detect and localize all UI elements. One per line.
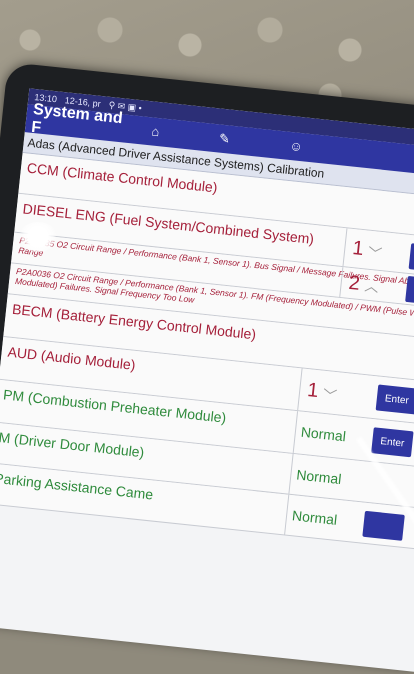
chevron-down-icon[interactable]: ﹀ — [322, 385, 338, 406]
tablet-device: 13:10 12-16, pr ⚲ ✉ ▣ • System and F ⌂ ✎… — [0, 62, 414, 674]
light-glare — [18, 222, 58, 252]
user-icon[interactable]: ☺ — [289, 138, 304, 155]
enter-button[interactable] — [405, 275, 414, 307]
fault-count: 1 — [351, 237, 365, 261]
fault-count: 1 — [306, 379, 320, 403]
enter-button[interactable]: Enter — [375, 384, 414, 415]
enter-button[interactable] — [362, 510, 405, 541]
home-icon[interactable]: ⌂ — [151, 123, 160, 140]
fault-count: 2 — [347, 271, 361, 295]
edit-icon[interactable]: ✎ — [218, 131, 230, 148]
chevron-up-icon[interactable]: ︿ — [364, 276, 380, 297]
chevron-down-icon[interactable]: ﹀ — [367, 243, 383, 264]
enter-button[interactable]: Enter — [371, 427, 414, 458]
tablet-screen: 13:10 12-16, pr ⚲ ✉ ▣ • System and F ⌂ ✎… — [0, 88, 414, 674]
